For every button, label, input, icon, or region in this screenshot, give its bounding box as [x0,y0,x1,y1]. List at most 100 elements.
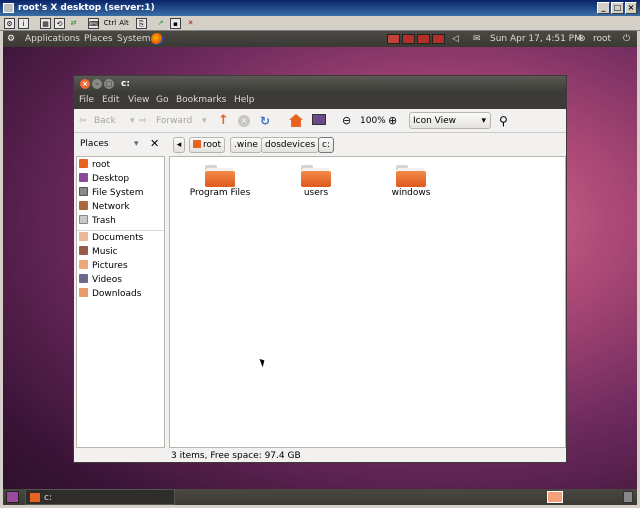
sidebar-item-label: Downloads [92,289,142,299]
taskbar-item-file-manager[interactable]: c: [25,489,175,505]
user-name[interactable]: root [593,31,611,47]
fullscreen-icon[interactable]: ▦ [40,18,51,29]
transfer-icon[interactable]: ⇄ [68,18,79,29]
zoom-in-icon[interactable]: ⊕ [388,113,397,129]
back-dropdown-icon[interactable]: ▾ [130,113,135,129]
stop-icon[interactable]: × [238,115,250,127]
sidebar-item-documents[interactable]: Documents [79,232,143,245]
window-title: c: [121,79,130,89]
folder-icon [396,165,426,187]
save-icon[interactable]: ▪ [170,18,181,29]
vnc-window-title: root's X desktop (server:1) [18,3,155,13]
menu-file[interactable]: File [79,92,94,109]
network-icon [79,201,88,210]
menu-edit[interactable]: Edit [102,92,119,109]
sidebar-item-label: Network [92,202,130,212]
sidebar-item-network[interactable]: Network [79,201,130,214]
back-arrow-icon[interactable]: ⇦ [79,113,87,129]
vnc-title-bar: root's X desktop (server:1) _ □ × [0,0,640,16]
path-crumb-wine[interactable]: .wine [230,137,262,153]
sidebar-item-desktop[interactable]: Desktop [79,173,129,186]
maximize-button[interactable]: □ [611,2,624,14]
ctrl-alt-del-icon[interactable]: ⌨ [88,18,99,29]
workspace-3-icon[interactable] [417,34,430,44]
reload-icon[interactable]: ↻ [260,113,270,129]
back-button[interactable]: Back [94,113,116,129]
ctrl-key-button[interactable]: Ctrl [103,18,117,29]
menu-go[interactable]: Go [156,92,168,109]
sidebar-item-downloads[interactable]: Downloads [79,288,141,301]
forward-dropdown-icon[interactable]: ▾ [202,113,207,129]
clock[interactable]: Sun Apr 17, 4:51 PM [490,31,582,47]
mail-icon[interactable]: ✉ [473,31,481,47]
drive-icon [79,187,88,196]
folder-label: users [303,188,329,198]
close-sidebar-icon[interactable]: ✕ [150,137,159,150]
path-scroll-left-icon[interactable]: ◂ [173,137,185,153]
sidebar-item-pictures[interactable]: Pictures [79,260,128,273]
sidebar-item-trash[interactable]: Trash [79,215,116,228]
up-arrow-icon[interactable]: ↑ [218,113,229,129]
sidebar-item-label: File System [92,188,144,198]
forward-arrow-icon[interactable]: ⇨ [139,113,147,129]
music-icon [79,246,88,255]
bottom-panel: c: [3,489,637,505]
path-crumb-root-label: root [203,140,222,150]
path-crumb-dosdevices[interactable]: dosdevices [261,137,320,153]
close-button[interactable]: × [625,2,637,14]
path-crumb-root[interactable]: root [189,137,226,153]
connection-info-icon[interactable]: i [18,18,29,29]
options-icon[interactable]: ⚙ [4,18,15,29]
folder-users[interactable]: users [276,159,356,209]
power-icon[interactable]: ⏻ [623,31,630,47]
computer-icon[interactable] [312,114,326,125]
places-sidebar: root Desktop File System Network Trash D… [76,156,165,448]
user-session-icon[interactable]: ⊗ [578,31,586,47]
system-menu[interactable]: System [117,31,151,47]
refresh-screen-icon[interactable]: ⟲ [54,18,65,29]
view-mode-select[interactable]: Icon View ▾ [409,112,491,129]
sidebar-item-videos[interactable]: Videos [79,274,122,287]
places-menu[interactable]: Places [84,31,113,47]
disconnect-icon[interactable]: ✕ [185,18,196,29]
places-dropdown-label[interactable]: Places [80,139,109,149]
workspace-1-icon[interactable] [387,34,400,44]
window-title-bar[interactable]: × – □ c: [74,76,566,92]
taskbar-item-label: c: [44,493,52,503]
menu-bookmarks[interactable]: Bookmarks [176,92,226,109]
workspace-4-icon[interactable] [432,34,445,44]
folder-windows[interactable]: windows [371,159,451,209]
workspace-switcher-icon[interactable] [547,491,563,503]
minimize-button[interactable]: _ [597,2,610,14]
folder-program-files[interactable]: Program Files [180,159,260,209]
ubuntu-logo-icon[interactable]: ⚙ [7,31,15,47]
new-connection-icon[interactable]: ↗ [155,18,166,29]
search-icon[interactable]: ⚲ [499,113,508,129]
folder-icon [205,165,235,187]
window-minimize-icon[interactable]: – [92,79,102,89]
forward-button[interactable]: Forward [156,113,192,129]
applications-menu[interactable]: Applications [25,31,80,47]
firefox-icon[interactable] [151,33,163,45]
places-dropdown-icon[interactable]: ▾ [134,139,139,149]
sidebar-separator [77,230,164,231]
alt-key-button[interactable]: Alt [118,18,130,29]
path-crumb-current[interactable]: c: [318,137,334,153]
sidebar-item-label: Videos [92,275,122,285]
sidebar-item-music[interactable]: Music [79,246,118,259]
menu-view[interactable]: View [128,92,149,109]
clipboard-icon[interactable]: ⎘ [136,18,147,29]
window-maximize-icon[interactable]: □ [104,79,114,89]
home-icon[interactable] [289,114,303,127]
path-bar: Places ▾ ✕ ◂ root .wine dosdevices c: [74,134,566,156]
zoom-out-icon[interactable]: ⊖ [342,113,351,129]
volume-icon[interactable]: ◁ [452,31,459,47]
workspace-2-icon[interactable] [402,34,415,44]
window-close-icon[interactable]: × [80,79,90,89]
show-desktop-icon[interactable] [6,491,19,503]
trash-applet-icon[interactable] [623,491,633,503]
menu-help[interactable]: Help [234,92,255,109]
view-mode-value: Icon View [413,116,457,126]
sidebar-item-root[interactable]: root [79,159,110,172]
sidebar-item-file-system[interactable]: File System [79,187,143,200]
